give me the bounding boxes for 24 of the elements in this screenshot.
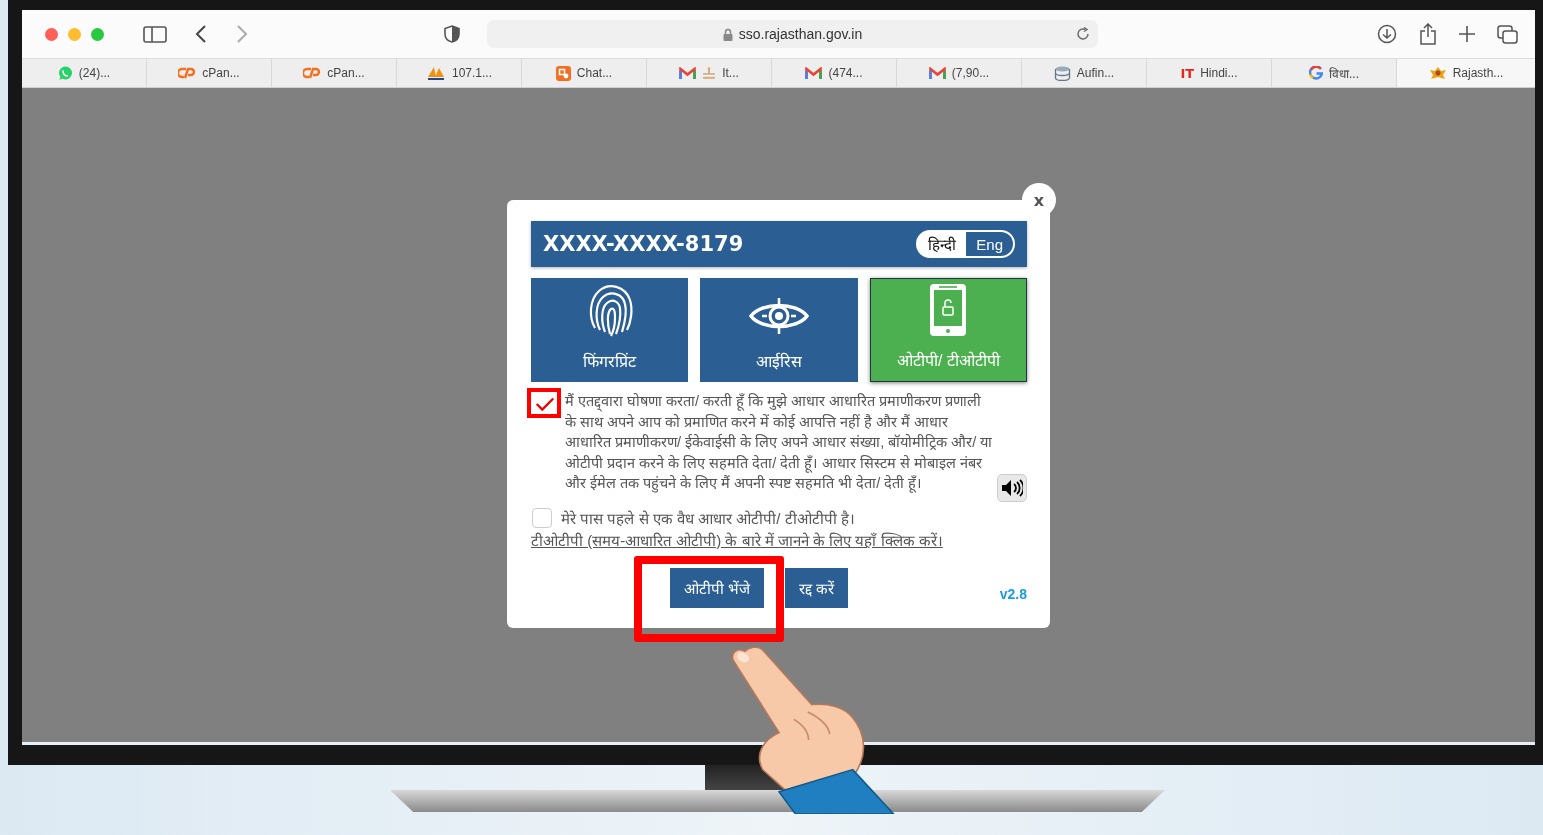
- bookmark-item[interactable]: (24)...: [22, 59, 147, 87]
- valid-otp-label: मेरे पास पहले से एक वैध आधार ओटीपी/ टीओटीपी है।: [561, 508, 855, 528]
- it-logo-icon: IT: [1180, 65, 1195, 81]
- masked-aadhaar-number: XXXX-XXXX-8179: [543, 232, 744, 256]
- bookmark-item[interactable]: (474...: [772, 59, 897, 87]
- cancel-button[interactable]: रद्द करें: [785, 567, 849, 608]
- version-label: v2.8: [999, 585, 1027, 602]
- bookmark-item[interactable]: 107.1...: [397, 59, 522, 87]
- address-bar[interactable]: sso.rajasthan.gov.in: [487, 20, 1098, 48]
- consent-paragraph: मैं एतद्द्वारा घोषणा करता/ करती हूँ कि मुझे आधार आधारित प्रमाणीकरण प्रणाली के साथ अपने आप को प्रमाणित करने में कोई आपत्ति नहीं है और मैं आधार आधारित प्रमाणीकरण/ ईकेवाईसी के लिए अपने आधार संख्या, बॉयोमीट्रिक और/ या ओटीपी प्रदान करने के लिए सहमति देता/ देती हूँ। आधार सिस्टम से मोबाइल नंबर और ईमेल तक पहुंचने के लिए मैं अपनी स्पष्ट सहमति भी देता/ देती हूँ।: [565, 392, 994, 494]
- language-option[interactable]: Eng: [966, 232, 1013, 256]
- send-otp-button[interactable]: ओटीपी भेंजे: [670, 567, 765, 608]
- bookmark-item[interactable]: cPan...: [272, 59, 397, 87]
- bookmark-item[interactable]: cPan...: [147, 59, 272, 87]
- bookmark-item[interactable]: Chat...: [522, 59, 647, 87]
- auth-method-tile[interactable]: फिंगरप्रिंट: [531, 278, 689, 382]
- url-text: sso.rajasthan.gov.in: [738, 26, 863, 42]
- bookmark-item[interactable]: Rajasth...: [1397, 59, 1535, 87]
- totp-info-link[interactable]: टीओटीपी (समय-आधारित ओटीपी) के बारे में जानने के लिए यहाँ क्लिक करें।: [531, 529, 943, 550]
- bookmark-item[interactable]: (7,90...: [897, 59, 1022, 87]
- bookmark-item[interactable]: It...: [647, 59, 772, 87]
- auth-method-tile[interactable]: आईरिस: [700, 278, 858, 382]
- bookmark-item[interactable]: IT Hindi...: [1147, 59, 1272, 87]
- bookmark-item[interactable]: Aufin...: [1022, 59, 1147, 87]
